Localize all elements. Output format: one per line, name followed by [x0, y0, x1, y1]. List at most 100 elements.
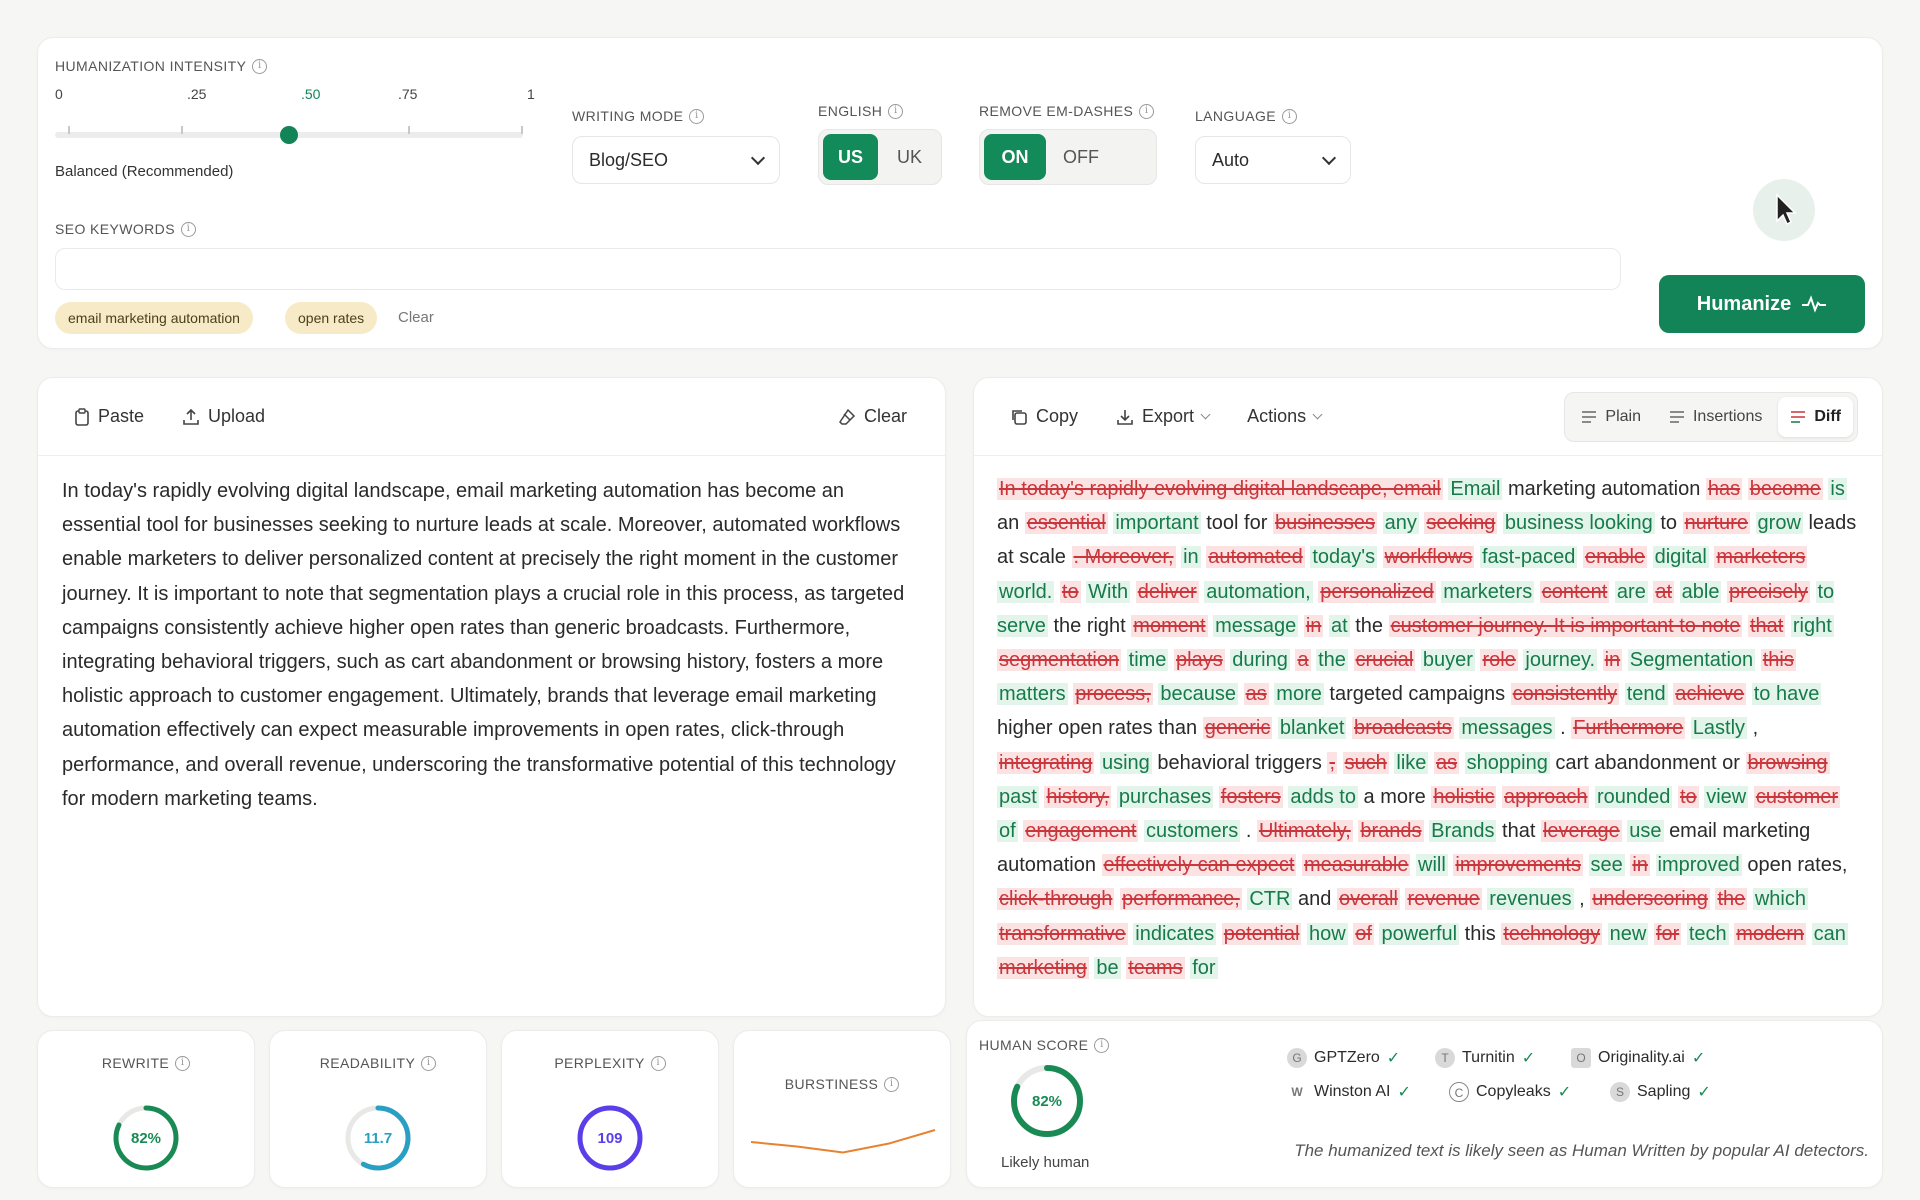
- info-icon[interactable]: i: [689, 108, 705, 124]
- diff-deletion: a: [1295, 649, 1311, 672]
- check-icon: ✓: [1557, 1084, 1572, 1101]
- readability-stat-card: READABILITY i 11.7: [269, 1030, 487, 1188]
- export-button[interactable]: Export: [1116, 406, 1211, 427]
- diff-insertion: important: [1113, 512, 1201, 535]
- diff-insertion: new: [1607, 922, 1649, 945]
- intensity-label: HUMANIZATION INTENSITY i: [55, 58, 268, 74]
- view-diff-tab[interactable]: Diff: [1778, 397, 1853, 437]
- readability-value: 11.7: [364, 1130, 392, 1147]
- view-insertions-tab[interactable]: Insertions: [1657, 397, 1774, 437]
- tick-label: .75: [398, 86, 418, 102]
- diff-deletion: browsing: [1745, 751, 1830, 774]
- check-icon: ✓: [1697, 1084, 1711, 1101]
- info-icon[interactable]: i: [1094, 1037, 1110, 1053]
- keyword-chip[interactable]: open rates: [285, 302, 378, 334]
- diff-output-text[interactable]: In today's rapidly evolving digital land…: [974, 456, 1882, 985]
- detector-originality: O Originality.ai ✓: [1571, 1048, 1705, 1068]
- intensity-slider-thumb[interactable]: [280, 126, 298, 144]
- perplexity-stat-card: PERPLEXITY i 109: [501, 1030, 719, 1188]
- diff-deletion: In today's rapidly evolving digital land…: [997, 478, 1443, 500]
- humanize-button[interactable]: Humanize: [1659, 275, 1865, 333]
- info-icon[interactable]: i: [175, 1055, 191, 1071]
- diff-unchanged: ,: [1752, 717, 1759, 740]
- diff-deletion: plays: [1174, 649, 1225, 672]
- diff-deletion: holistic: [1431, 785, 1497, 808]
- seo-keywords-input[interactable]: [55, 248, 1621, 290]
- diff-unchanged: tool for: [1206, 512, 1268, 535]
- paste-button[interactable]: Paste: [74, 406, 144, 427]
- diff-deletion: process,: [1073, 683, 1153, 706]
- diff-deletion: personalized: [1318, 580, 1436, 603]
- chevron-down-icon: [1200, 409, 1211, 419]
- diff-deletion: become: [1747, 478, 1823, 500]
- rewrite-stat-card: REWRITE i 82%: [37, 1030, 255, 1188]
- english-uk-option[interactable]: UK: [882, 134, 937, 180]
- diff-deletion: as: [1433, 751, 1460, 774]
- info-icon[interactable]: i: [252, 58, 268, 74]
- writing-mode-select[interactable]: Blog/SEO: [572, 136, 780, 184]
- info-icon[interactable]: i: [884, 1076, 900, 1092]
- info-icon[interactable]: i: [421, 1055, 437, 1071]
- burstiness-label: BURSTINESS i: [734, 1076, 950, 1092]
- writing-mode-label: WRITING MODE i: [572, 108, 705, 124]
- info-icon[interactable]: i: [1282, 108, 1297, 124]
- cursor-highlight: [1753, 179, 1815, 241]
- clear-input-button[interactable]: Clear: [838, 406, 907, 427]
- diff-unchanged: and: [1298, 888, 1332, 911]
- diff-deletion: generic: [1202, 717, 1273, 740]
- diff-deletion: improvements: [1453, 854, 1583, 877]
- diff-deletion: potential: [1221, 922, 1302, 945]
- diff-deletion: precisely: [1727, 580, 1810, 603]
- sapling-logo-icon: S: [1610, 1082, 1630, 1102]
- em-dash-off-option[interactable]: OFF: [1050, 134, 1112, 180]
- english-label: ENGLISH i: [818, 103, 904, 119]
- diff-deletion: of: [1353, 922, 1374, 945]
- diff-insertion: will: [1416, 854, 1448, 877]
- detector-gptzero: G GPTZero ✓: [1287, 1048, 1400, 1068]
- winston-logo-icon: W: [1291, 1085, 1303, 1099]
- eraser-icon: [839, 408, 856, 425]
- input-text[interactable]: In today's rapidly evolving digital land…: [38, 456, 945, 816]
- slider-tick: [521, 126, 523, 134]
- language-select[interactable]: Auto: [1195, 136, 1351, 184]
- diff-insertion: purchases: [1116, 785, 1214, 808]
- diff-insertion: for: [1190, 956, 1218, 979]
- diff-insertion: world.: [997, 580, 1055, 603]
- diff-deletion: Ultimately,: [1256, 820, 1353, 843]
- view-plain-tab[interactable]: Plain: [1569, 397, 1653, 437]
- rewrite-value: 82%: [131, 1130, 161, 1147]
- diff-deletion: deliver: [1135, 580, 1199, 603]
- diff-insertion: is: [1828, 478, 1847, 500]
- gptzero-logo-icon: G: [1287, 1048, 1307, 1068]
- detector-winston: W Winston AI ✓: [1287, 1082, 1411, 1102]
- upload-button[interactable]: Upload: [182, 406, 265, 427]
- copy-button[interactable]: Copy: [1010, 406, 1078, 427]
- info-icon[interactable]: i: [888, 103, 904, 119]
- diff-deletion: Furthermore: [1571, 717, 1686, 740]
- diff-deletion: in: [1630, 854, 1650, 877]
- diff-lines-icon: [1791, 411, 1806, 423]
- diff-insertion: revenues: [1487, 888, 1574, 911]
- lines-icon: [1582, 411, 1597, 423]
- diff-deletion: segmentation: [997, 649, 1122, 672]
- diff-deletion: effectively can expect: [1101, 854, 1297, 877]
- chevron-down-icon: [750, 150, 766, 165]
- actions-button[interactable]: Actions: [1247, 406, 1323, 427]
- em-dash-on-option[interactable]: ON: [984, 134, 1046, 180]
- diff-deletion: workflows: [1382, 546, 1475, 569]
- diff-insertion: using: [1099, 751, 1152, 774]
- tick-label: .25: [187, 86, 207, 102]
- burstiness-sparkline: [750, 1129, 936, 1154]
- info-icon[interactable]: i: [650, 1055, 666, 1071]
- view-mode-toggle: Plain Insertions Diff: [1564, 392, 1858, 442]
- clear-keywords-button[interactable]: Clear: [398, 309, 434, 326]
- diff-deletion: crucial: [1353, 649, 1416, 672]
- diff-insertion: can: [1811, 922, 1848, 945]
- info-icon[interactable]: i: [180, 221, 196, 237]
- english-us-option[interactable]: US: [823, 134, 878, 180]
- diff-insertion: automation,: [1204, 580, 1313, 603]
- diff-deletion: measurable: [1301, 854, 1411, 877]
- rewrite-label: REWRITE i: [38, 1055, 254, 1071]
- info-icon[interactable]: i: [1139, 103, 1155, 119]
- keyword-chip[interactable]: email marketing automation: [55, 302, 253, 334]
